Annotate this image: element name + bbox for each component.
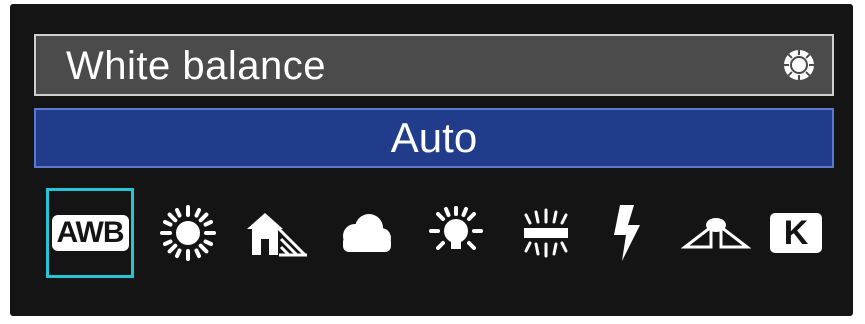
- tungsten-bulb-icon: [428, 205, 484, 261]
- shade-house-icon: [243, 205, 309, 261]
- cloudy-icon: [335, 210, 397, 256]
- custom-wb-icon: [681, 213, 751, 253]
- daylight-sun-icon: [158, 203, 218, 263]
- page-title: White balance: [66, 44, 326, 88]
- fluorescent-tube-icon: [516, 206, 576, 260]
- wb-mode-custom[interactable]: [672, 188, 760, 278]
- wb-mode-tungsten[interactable]: [412, 188, 500, 278]
- wb-mode-auto[interactable]: AWB: [46, 188, 134, 278]
- wb-mode-shade[interactable]: [232, 188, 320, 278]
- dial-icon: [782, 48, 816, 82]
- current-mode-bar: Auto: [34, 108, 834, 168]
- wb-mode-daylight[interactable]: [144, 188, 232, 278]
- flash-bolt-icon: [606, 203, 646, 263]
- wb-mode-kelvin[interactable]: K: [752, 188, 840, 278]
- kelvin-icon: K: [770, 213, 822, 253]
- wb-mode-list: AWB K: [46, 188, 836, 278]
- title-bar: White balance: [34, 34, 834, 96]
- wb-mode-fluorescent[interactable]: [502, 188, 590, 278]
- current-mode-label: Auto: [390, 114, 478, 161]
- wb-mode-cloudy[interactable]: [322, 188, 410, 278]
- camera-screen: White balance Auto AWB K: [10, 4, 853, 316]
- awb-icon: AWB: [51, 215, 129, 251]
- wb-mode-flash[interactable]: [582, 188, 670, 278]
